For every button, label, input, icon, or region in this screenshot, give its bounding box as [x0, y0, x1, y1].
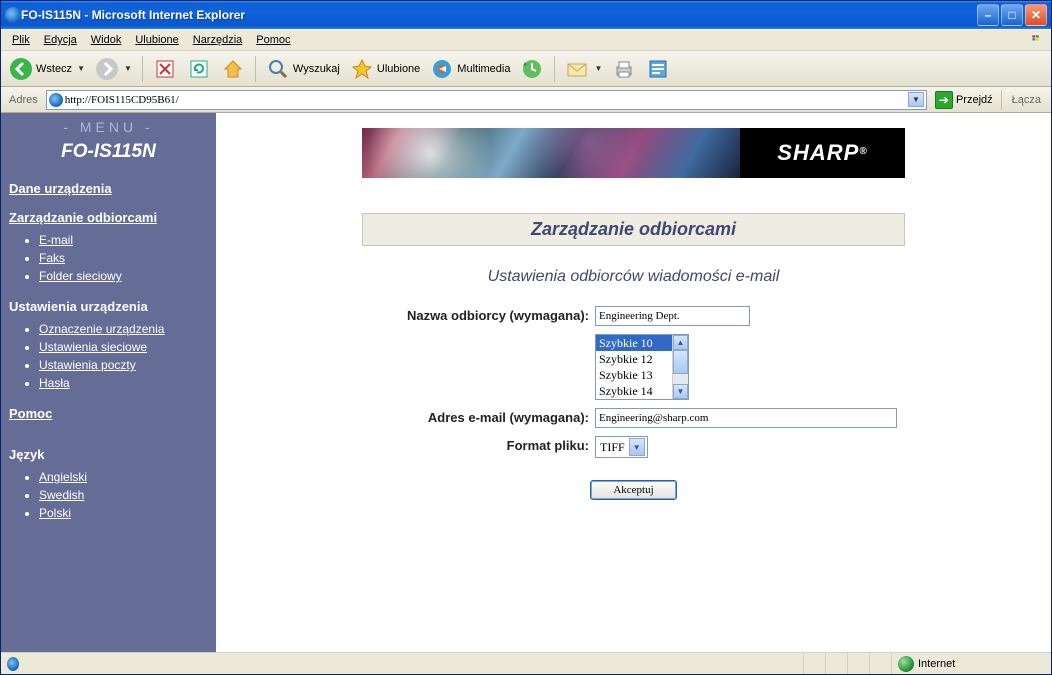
- go-label: Przejdź: [956, 94, 993, 106]
- sidebar: - MENU - FO-IS115N Dane urządzenia Zarzą…: [1, 113, 216, 652]
- main-content: SHARP® Zarządzanie odbiorcami Ustawienia…: [216, 113, 1051, 652]
- sidebar-help[interactable]: Pomoc: [9, 406, 208, 421]
- window-titlebar: FO-IS115N - Microsoft Internet Explorer …: [1, 1, 1051, 29]
- globe-icon: [898, 656, 914, 672]
- section-subtitle: Ustawienia odbiorców wiadomości e-mail: [488, 268, 780, 286]
- sidebar-item-device-label[interactable]: Oznaczenie urządzenia: [39, 320, 208, 338]
- brand-logo: SHARP®: [740, 128, 905, 178]
- menu-view[interactable]: Widok: [84, 32, 129, 48]
- menu-edit[interactable]: Edycja: [37, 32, 84, 48]
- scroll-down-icon[interactable]: ▼: [673, 384, 688, 399]
- scrollbar[interactable]: ▲ ▼: [672, 335, 688, 399]
- sidebar-item-email[interactable]: E-mail: [39, 231, 208, 249]
- go-arrow-icon: ➔: [935, 91, 953, 109]
- links-label[interactable]: Łącza: [1006, 94, 1047, 106]
- address-input[interactable]: [63, 94, 906, 106]
- refresh-button[interactable]: [183, 55, 215, 83]
- file-format-select[interactable]: TIFF ▼: [595, 436, 648, 458]
- sidebar-item-fax[interactable]: Faks: [39, 249, 208, 267]
- media-label: Multimedia: [457, 63, 510, 75]
- sidebar-item-mail-settings[interactable]: Ustawienia poczty: [39, 356, 208, 374]
- print-icon: [612, 57, 636, 81]
- scroll-thumb[interactable]: [673, 350, 688, 374]
- edit-button[interactable]: [642, 55, 674, 83]
- chevron-down-icon: ▼: [594, 64, 602, 73]
- chevron-down-icon: ▼: [77, 64, 85, 73]
- search-icon: [266, 57, 290, 81]
- sidebar-device-data[interactable]: Dane urządzenia: [9, 181, 208, 196]
- menu-bar: Plik Edycja Widok Ulubione Narzędzia Pom…: [1, 29, 1051, 51]
- sidebar-item-passwords[interactable]: Hasła: [39, 374, 208, 392]
- back-label: Wstecz: [36, 63, 72, 75]
- history-icon: [520, 57, 544, 81]
- menu-tools[interactable]: Narzędzia: [186, 32, 250, 48]
- minimize-button[interactable]: –: [977, 4, 999, 26]
- scroll-up-icon[interactable]: ▲: [673, 335, 688, 350]
- sidebar-item-lang-swedish[interactable]: Swedish: [39, 486, 208, 504]
- recipient-name-input[interactable]: [595, 306, 750, 326]
- media-button[interactable]: Multimedia: [426, 55, 514, 83]
- stop-icon: [153, 57, 177, 81]
- windows-flag-icon: [1025, 31, 1047, 49]
- label-email-address: Adres e-mail (wymagana):: [370, 408, 595, 425]
- stop-button[interactable]: [149, 55, 181, 83]
- menu-favorites[interactable]: Ulubione: [128, 32, 185, 48]
- security-zone: Internet: [918, 658, 955, 670]
- menu-file[interactable]: Plik: [5, 32, 37, 48]
- address-label: Adres: [5, 94, 42, 106]
- chevron-down-icon: ▼: [124, 64, 132, 73]
- sidebar-recipients-management[interactable]: Zarządzanie odbiorcami: [9, 210, 208, 225]
- mail-icon: [565, 57, 589, 81]
- ie-icon: [5, 7, 21, 23]
- menu-help[interactable]: Pomoc: [249, 32, 297, 48]
- address-bar: Adres ▼ ➔ Przejdź Łącza: [1, 87, 1051, 113]
- sidebar-menu-header: - MENU -: [9, 119, 208, 135]
- label-recipient-name: Nazwa odbiorcy (wymagana):: [370, 306, 595, 323]
- refresh-icon: [187, 57, 211, 81]
- email-address-input[interactable]: [595, 408, 897, 428]
- file-format-value: TIFF: [600, 440, 625, 455]
- page-icon: [49, 93, 63, 107]
- section-title: Zarządzanie odbiorcami: [362, 213, 905, 246]
- go-button[interactable]: ➔ Przejdź: [931, 90, 997, 110]
- accept-button[interactable]: Akceptuj: [590, 480, 676, 500]
- forward-arrow-icon: [95, 57, 119, 81]
- sidebar-item-network-folder[interactable]: Folder sieciowy: [39, 267, 208, 285]
- sidebar-item-lang-english[interactable]: Angielski: [39, 468, 208, 486]
- mail-button[interactable]: ▼: [561, 55, 606, 83]
- sidebar-language: Język: [9, 447, 208, 462]
- banner-graphic: [362, 128, 740, 178]
- ie-icon: [7, 657, 19, 671]
- edit-icon: [646, 57, 670, 81]
- history-button[interactable]: [516, 55, 548, 83]
- address-box[interactable]: ▼: [46, 90, 927, 110]
- address-dropdown-icon[interactable]: ▼: [908, 92, 924, 107]
- forward-button[interactable]: ▼: [91, 55, 136, 83]
- sidebar-item-network-settings[interactable]: Ustawienia sieciowe: [39, 338, 208, 356]
- sidebar-device-settings: Ustawienia urządzenia: [9, 299, 208, 314]
- quick-dial-listbox[interactable]: Szybkie 10 Szybkie 12 Szybkie 13 Szybkie…: [595, 334, 689, 400]
- chevron-down-icon: ▼: [629, 438, 645, 456]
- favorites-button[interactable]: Ulubione: [346, 55, 424, 83]
- sidebar-model: FO-IS115N: [9, 141, 208, 163]
- status-bar: Internet: [1, 652, 1051, 674]
- toolbar: Wstecz ▼ ▼ Wyszukaj Ulubione Multimedia …: [1, 51, 1051, 87]
- search-label: Wyszukaj: [293, 63, 340, 75]
- home-icon: [221, 57, 245, 81]
- print-button[interactable]: [608, 55, 640, 83]
- sidebar-item-lang-polish[interactable]: Polski: [39, 504, 208, 522]
- back-button[interactable]: Wstecz ▼: [5, 55, 89, 83]
- favorites-label: Ulubione: [377, 63, 420, 75]
- back-arrow-icon: [9, 57, 33, 81]
- maximize-button[interactable]: □: [1001, 4, 1023, 26]
- home-button[interactable]: [217, 55, 249, 83]
- label-file-format: Format pliku:: [370, 436, 595, 453]
- media-icon: [430, 57, 454, 81]
- window-title: FO-IS115N - Microsoft Internet Explorer: [21, 8, 977, 22]
- close-button[interactable]: ✕: [1025, 4, 1047, 26]
- brand-banner: SHARP®: [362, 128, 905, 178]
- search-button[interactable]: Wyszukaj: [262, 55, 344, 83]
- star-icon: [350, 57, 374, 81]
